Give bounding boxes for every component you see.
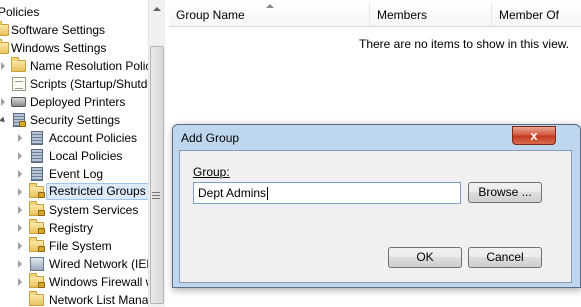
folder-icon xyxy=(0,21,9,36)
policy-icon xyxy=(31,131,43,145)
tree-item-file-system[interactable]: File System xyxy=(0,237,148,255)
lock-icon xyxy=(38,210,45,216)
tree-item-label: Local Policies xyxy=(49,149,123,163)
network-icon xyxy=(30,257,44,271)
tree-item-local-policies[interactable]: Local Policies xyxy=(0,147,148,165)
folder-lock-icon xyxy=(29,183,45,198)
tree-item-label: Name Resolution Policy xyxy=(30,59,148,73)
column-header-row: Group Name Members Member Of xyxy=(169,3,581,27)
ok-button[interactable]: OK xyxy=(388,247,462,268)
folder-lock-icon xyxy=(29,237,45,252)
tree-item-label: Deployed Printers xyxy=(30,95,126,109)
text-caret xyxy=(267,187,269,201)
expand-arrow-icon[interactable] xyxy=(18,242,22,250)
expand-arrow-icon[interactable] xyxy=(18,278,22,286)
tree-item-label: System Services xyxy=(49,203,139,217)
tree-item-windows-firewall[interactable]: Windows Firewall with xyxy=(0,273,148,291)
scroll-up-button[interactable] xyxy=(149,0,165,17)
group-label-text: Group: xyxy=(193,165,230,179)
policy-icon xyxy=(31,149,43,163)
tree-item-label: Scripts (Startup/Shutdown) xyxy=(30,77,148,91)
tree-item-label: Account Policies xyxy=(49,131,138,145)
dialog-title: Add Group xyxy=(181,131,240,145)
console-tree: Policies Software Settings Windows Setti… xyxy=(0,0,148,307)
expand-arrow-icon[interactable] xyxy=(18,260,22,268)
tree-item-event-log[interactable]: Event Log xyxy=(0,165,148,183)
collapse-arrow-icon[interactable] xyxy=(0,116,7,125)
tree-item-system-services[interactable]: System Services xyxy=(0,201,148,219)
folder-icon xyxy=(29,291,44,306)
cancel-button[interactable]: Cancel xyxy=(468,247,542,268)
group-name-value: Dept Admins xyxy=(198,186,267,200)
lock-icon xyxy=(38,228,45,234)
tree-item-label: Windows Firewall with xyxy=(49,275,148,289)
dialog-body: Group: Dept Admins Browse ... OK Cancel xyxy=(179,150,572,283)
lock-icon xyxy=(38,246,45,252)
dialog-titlebar[interactable]: Add Group x xyxy=(173,125,580,151)
security-icon xyxy=(13,113,26,127)
tree-item-label: Policies xyxy=(0,5,40,19)
scroll-thumb[interactable] xyxy=(150,46,164,304)
expand-arrow-icon[interactable] xyxy=(18,134,22,142)
printer-icon xyxy=(11,97,26,107)
tree-scrollbar[interactable] xyxy=(148,0,165,307)
scroll-grip-icon xyxy=(152,192,160,199)
browse-button[interactable]: Browse ... xyxy=(468,182,542,203)
tree-item-label: Registry xyxy=(49,221,94,235)
lock-icon xyxy=(38,192,45,198)
column-header-member-of[interactable]: Member Of xyxy=(492,3,581,27)
folder-lock-icon xyxy=(29,219,45,234)
tree-item-label: Software Settings xyxy=(11,23,106,37)
tree-item-network-list-manager[interactable]: Network List Manager xyxy=(0,291,148,307)
column-header-label: Group Name xyxy=(176,8,245,22)
expand-arrow-icon[interactable] xyxy=(18,152,22,160)
tree-item-software-settings[interactable]: Software Settings xyxy=(0,21,148,39)
tree-item-label: Security Settings xyxy=(30,113,121,127)
lock-icon xyxy=(38,282,45,288)
sort-ascending-icon xyxy=(266,4,274,8)
folder-icon xyxy=(11,57,26,72)
expand-arrow-icon[interactable] xyxy=(1,62,5,70)
empty-list-message: There are no items to show in this view. xyxy=(359,37,570,51)
script-icon xyxy=(12,77,26,91)
tree-item-windows-settings[interactable]: Windows Settings xyxy=(0,39,148,57)
policy-icon xyxy=(31,167,43,181)
close-button[interactable]: x xyxy=(512,126,556,145)
add-group-dialog: Add Group x Group: Dept Admins Browse ..… xyxy=(172,124,581,288)
tree-item-account-policies[interactable]: Account Policies xyxy=(0,129,148,147)
expand-arrow-icon[interactable] xyxy=(18,224,22,232)
tree-item-restricted-groups[interactable]: Restricted Groups xyxy=(0,183,148,201)
tree-item-scripts[interactable]: Scripts (Startup/Shutdown) xyxy=(0,75,148,93)
column-header-label: Member Of xyxy=(499,8,560,22)
column-header-label: Members xyxy=(377,8,428,22)
folder-icon xyxy=(0,39,9,54)
folder-lock-icon xyxy=(29,201,45,216)
tree-item-label: File System xyxy=(49,239,112,253)
column-header-group-name[interactable]: Group Name xyxy=(169,3,370,27)
close-icon: x xyxy=(530,128,538,143)
tree-item-deployed-printers[interactable]: Deployed Printers xyxy=(0,93,148,111)
tree-item-wired-network[interactable]: Wired Network (IEEE 802.3) xyxy=(0,255,148,273)
group-name-input[interactable]: Dept Admins xyxy=(193,182,461,204)
expand-arrow-icon[interactable] xyxy=(18,206,22,214)
lock-icon xyxy=(19,121,26,127)
tree-item-label: Windows Settings xyxy=(11,41,107,55)
tree-item-security-settings[interactable]: Security Settings xyxy=(0,111,148,129)
tree-item-label: Wired Network (IEEE 802.3) xyxy=(49,257,148,271)
group-label: Group: xyxy=(193,165,230,179)
expand-arrow-icon[interactable] xyxy=(1,98,5,106)
tree-item-label: Event Log xyxy=(49,167,104,181)
expand-arrow-icon[interactable] xyxy=(18,170,22,178)
folder-lock-icon xyxy=(29,273,45,288)
expand-arrow-icon[interactable] xyxy=(18,188,22,196)
tree-item-name-resolution-policy[interactable]: Name Resolution Policy xyxy=(0,57,148,75)
tree-item-label: Restricted Groups xyxy=(46,183,148,200)
column-header-members[interactable]: Members xyxy=(370,3,492,27)
tree-item-registry[interactable]: Registry xyxy=(0,219,148,237)
tree-item-label: Network List Manager xyxy=(49,293,148,307)
